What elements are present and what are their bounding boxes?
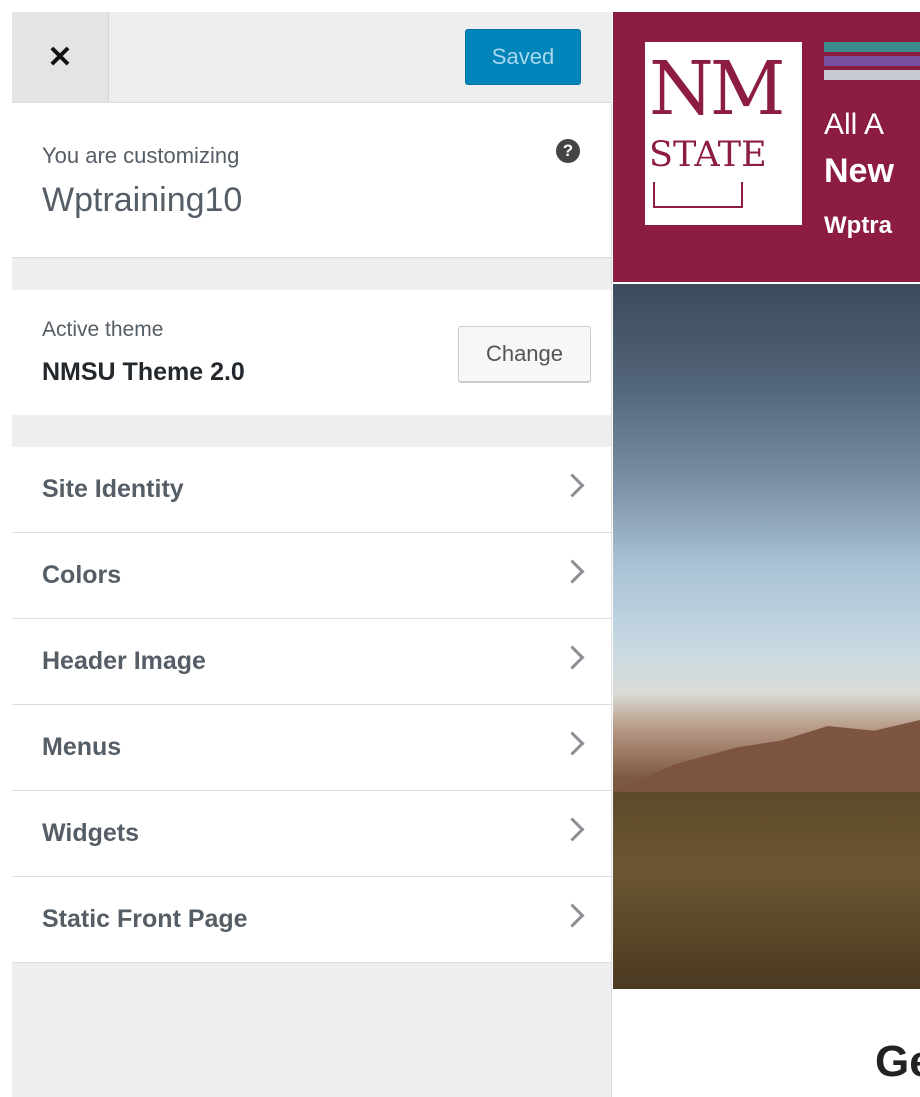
section-label: Widgets <box>42 819 139 847</box>
site-preview[interactable]: NM STATE All A New Wptra Ge <box>613 12 920 1097</box>
active-theme-panel: Active theme NMSU Theme 2.0 Change <box>12 290 611 415</box>
customizer-sections: Site Identity Colors Header Image Menus … <box>12 447 611 963</box>
section-label: Colors <box>42 561 122 589</box>
section-widgets[interactable]: Widgets <box>12 791 611 877</box>
question-circle-icon[interactable]: ? <box>556 139 580 163</box>
customizer-header: ✕ Saved <box>12 12 612 103</box>
close-button[interactable]: ✕ <box>12 12 109 102</box>
preview-site-name: New <box>824 152 894 190</box>
active-theme-label: Active theme <box>42 318 164 341</box>
section-label: Site Identity <box>42 475 184 503</box>
section-header-image[interactable]: Header Image <box>12 619 611 705</box>
customizer-sidebar: ✕ Saved You are customizing Wptraining10… <box>12 12 612 1097</box>
change-theme-button[interactable]: Change <box>458 326 591 382</box>
customizing-label: You are customizing <box>42 143 240 168</box>
header-stripe <box>824 42 920 52</box>
preview-site-title[interactable]: Wptra <box>824 212 892 240</box>
preview-site-header: NM STATE All A New Wptra <box>613 12 920 282</box>
header-stripe <box>824 56 920 66</box>
logo-nm-text: NM <box>649 46 786 132</box>
customizing-info-panel: You are customizing Wptraining10 ? <box>12 103 611 258</box>
header-stripe <box>824 70 920 80</box>
logo-state-text: STATE <box>649 135 767 175</box>
chevron-right-icon <box>560 645 585 670</box>
chevron-right-icon <box>560 817 585 842</box>
chevron-right-icon <box>560 903 585 928</box>
section-label: Menus <box>42 733 122 761</box>
state-outline-icon <box>653 182 743 208</box>
chevron-right-icon <box>560 731 585 756</box>
section-menus[interactable]: Menus <box>12 705 611 791</box>
save-button[interactable]: Saved <box>465 29 581 85</box>
section-site-identity[interactable]: Site Identity <box>12 447 611 533</box>
chevron-right-icon <box>560 473 585 498</box>
section-colors[interactable]: Colors <box>12 533 611 619</box>
site-title: Wptraining10 <box>42 181 243 219</box>
desert-ground <box>613 792 920 989</box>
section-label: Static Front Page <box>42 905 248 933</box>
preview-tagline: All A <box>824 108 885 141</box>
preview-page-heading: Ge <box>875 1037 920 1086</box>
nm-state-logo[interactable]: NM STATE <box>645 42 802 225</box>
section-static-front-page[interactable]: Static Front Page <box>12 877 611 963</box>
chevron-right-icon <box>560 559 585 584</box>
section-label: Header Image <box>42 647 206 675</box>
close-icon: ✕ <box>47 40 73 74</box>
active-theme-name: NMSU Theme 2.0 <box>42 358 245 386</box>
